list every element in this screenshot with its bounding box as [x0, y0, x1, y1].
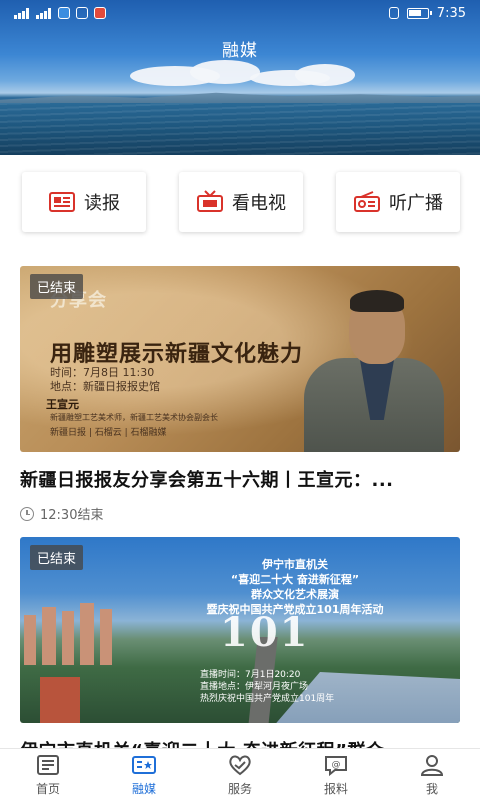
listen-radio-button[interactable]: 听广播: [336, 172, 460, 232]
status-time: 7:35: [436, 5, 466, 21]
watch-tv-label: 看电视: [232, 193, 286, 214]
signal-icon: [14, 7, 30, 19]
bottom-nav: 首页 融媒 服务 @ 报料 我: [0, 748, 480, 800]
nav-service[interactable]: 服务: [192, 749, 288, 800]
cloud-decoration: [190, 60, 260, 84]
page-title: 融媒: [222, 41, 258, 61]
sea-decoration: [0, 103, 480, 155]
end-time: 12:30结束: [40, 508, 104, 523]
mountains-decoration: [0, 92, 480, 104]
live-card[interactable]: 分享会 用雕塑展示新疆文化魅力 时间：7月8日 11:30 地点：新疆日报报史馆…: [20, 266, 460, 523]
read-newspaper-button[interactable]: 读报: [22, 172, 146, 232]
media-icon: [132, 755, 156, 774]
thumbnail-footer: 新疆日报 | 石榴云 | 石榴融媒: [50, 428, 167, 438]
nav-home[interactable]: 首页: [0, 749, 96, 800]
nav-media[interactable]: 融媒: [96, 749, 192, 800]
live-thumbnail: 分享会 用雕塑展示新疆文化魅力 时间：7月8日 11:30 地点：新疆日报报史馆…: [20, 266, 460, 452]
app-icon-blue: [58, 7, 70, 19]
tv-icon: [197, 190, 223, 212]
svg-text:@: @: [332, 760, 341, 770]
nav-profile[interactable]: 我: [384, 749, 480, 800]
cloud-decoration: [295, 64, 355, 86]
thumbnail-footer: 热烈庆祝中国共产党成立101周年: [200, 694, 335, 704]
nav-media-label: 融媒: [131, 781, 156, 796]
read-newspaper-label: 读报: [84, 193, 120, 214]
watch-tv-button[interactable]: 看电视: [179, 172, 303, 232]
service-icon: [229, 755, 251, 775]
signal-icon: [36, 7, 52, 19]
nav-report-label: 报料: [323, 781, 348, 796]
nav-profile-label: 我: [425, 781, 438, 796]
card-title[interactable]: 新疆日报报友分享会第五十六期丨王宣元：...: [20, 466, 460, 492]
thumbnail-place: 地点：新疆日报报史馆: [50, 380, 160, 393]
guest-description: 新疆雕塑工艺美术师，新疆工艺美术协会副会长: [50, 413, 218, 422]
status-badge: 已结束: [30, 545, 84, 570]
thumbnail-headline: 用雕塑展示新疆文化魅力: [50, 342, 304, 367]
thumbnail-time: 时间：7月8日 11:30: [50, 366, 155, 379]
radio-icon: [354, 191, 380, 212]
clock-icon: [20, 506, 34, 521]
thumbnail-line1: “喜迎二十大 奋进新征程”: [230, 573, 360, 586]
newspaper-icon: [49, 192, 75, 212]
thumbnail-schedule: 直播时间：7月1日20:20 直播地点：伊犁河月夜广场 热烈庆祝中国共产党成立1…: [200, 669, 334, 705]
thumbnail-org: 伊宁市直机关: [262, 558, 328, 571]
vibrate-icon: [388, 7, 399, 19]
thumbnail-big-number: 101: [220, 609, 310, 656]
listen-radio-label: 听广播: [389, 193, 443, 214]
message-icon: [76, 7, 88, 19]
status-bar: 7:35: [0, 0, 480, 26]
app-icon-red: [94, 7, 106, 19]
profile-icon: [420, 754, 444, 776]
quick-actions: 读报 看电视 听广播: [22, 172, 460, 234]
thumbnail-text: 伊宁市直机关 “喜迎二十大 奋进新征程” 群众文化艺术展演 暨庆祝中国共产党成立…: [170, 557, 420, 617]
nav-home-label: 首页: [35, 781, 60, 796]
battery-icon: [406, 7, 432, 19]
thumbnail-line2: 群众文化艺术展演: [251, 588, 339, 601]
status-badge: 已结束: [30, 274, 84, 299]
live-card[interactable]: 伊宁市直机关 “喜迎二十大 奋进新征程” 群众文化艺术展演 暨庆祝中国共产党成立…: [20, 537, 460, 763]
thumbnail-time: 直播时间：7月1日20:20: [200, 670, 301, 680]
nav-report[interactable]: @ 报料: [288, 749, 384, 800]
thumbnail-place: 直播地点：伊犁河月夜广场: [200, 682, 309, 692]
guest-photo: [294, 280, 444, 452]
nav-service-label: 服务: [227, 781, 252, 796]
card-meta: 12:30结束: [20, 504, 460, 523]
home-icon: [37, 754, 59, 775]
report-icon: @: [325, 755, 347, 776]
thumbnail-info: 时间：7月8日 11:30 地点：新疆日报报史馆: [50, 366, 160, 394]
guest-name: 王宣元: [46, 398, 79, 411]
live-thumbnail: 伊宁市直机关 “喜迎二十大 奋进新征程” 群众文化艺术展演 暨庆祝中国共产党成立…: [20, 537, 460, 723]
